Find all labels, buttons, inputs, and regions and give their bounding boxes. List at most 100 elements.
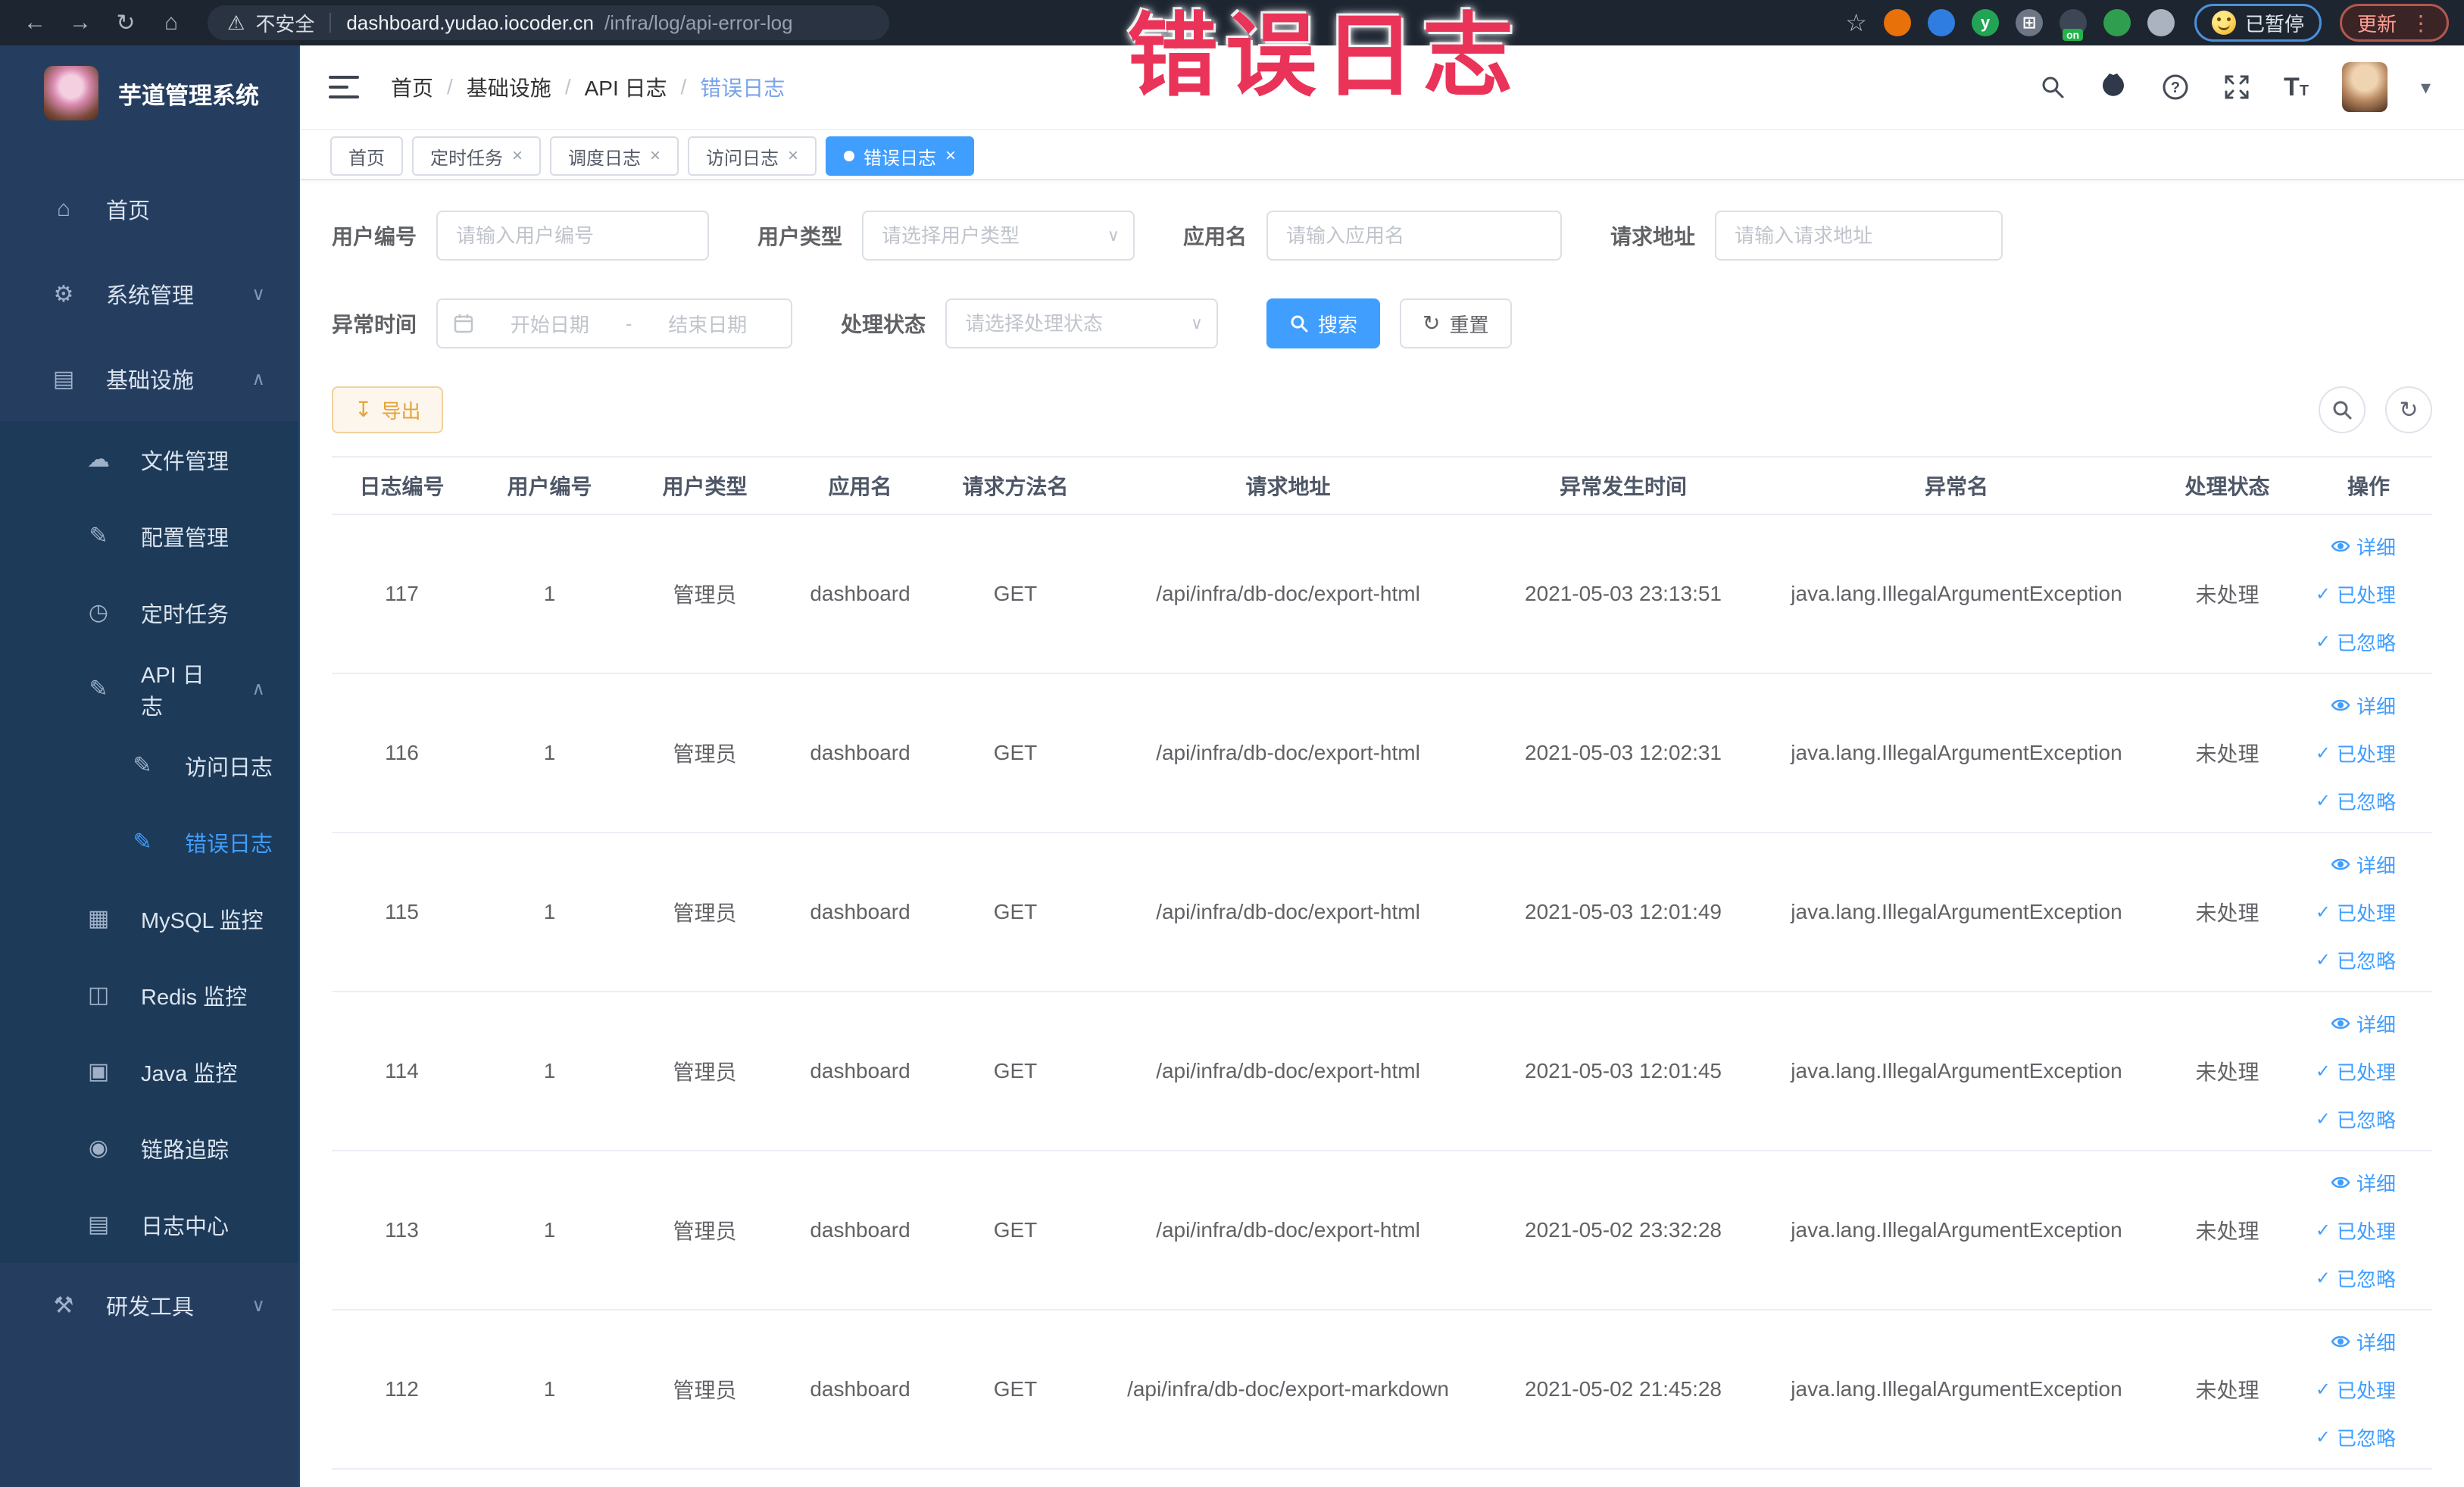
sidebar-item-redis-monitor[interactable]: ◫ Redis 监控 (0, 957, 298, 1033)
sidebar-item-trace[interactable]: ◉ 链路追踪 (0, 1110, 298, 1186)
detail-link[interactable]: 详细 (2331, 533, 2396, 561)
mark-processed-link[interactable]: ✓ 已处理 (2316, 580, 2396, 608)
extension-on-badge-icon[interactable]: on (2059, 9, 2087, 41)
close-tab-icon[interactable]: × (512, 145, 523, 167)
mark-processed-link[interactable]: ✓ 已处理 (2316, 1217, 2396, 1245)
cell-status: 未处理 (2195, 742, 2259, 766)
close-tab-icon[interactable]: × (650, 145, 661, 167)
home-icon[interactable]: ⌂ (151, 6, 191, 39)
github-icon[interactable] (2099, 73, 2128, 102)
column-header-actions: 操作 (2347, 475, 2390, 498)
tab-error-log[interactable]: 错误日志 × (826, 136, 975, 176)
close-tab-icon[interactable]: × (788, 145, 798, 167)
sidebar-item-mysql-monitor[interactable]: ▦ MySQL 监控 (0, 880, 298, 957)
extension-orange-icon[interactable] (1883, 9, 1911, 36)
kebab-menu-icon[interactable]: ⋮ (2410, 11, 2431, 36)
sidebar-item-config-management[interactable]: ✎ 配置管理 (0, 498, 298, 574)
check-icon: ✓ (2315, 949, 2331, 970)
help-icon[interactable]: ? (2161, 73, 2190, 102)
mark-processed-link[interactable]: ✓ 已处理 (2316, 1057, 2396, 1086)
sidebar-item-log-center[interactable]: ▤ 日志中心 (0, 1186, 298, 1263)
sidebar-item-home[interactable]: ⌂ 首页 (0, 167, 298, 251)
mark-processed-link[interactable]: ✓ 已处理 (2316, 739, 2396, 767)
cell-user_id: 1 (543, 582, 556, 605)
cell-exception_name: java.lang.IllegalArgumentException (1791, 582, 2122, 605)
user-avatar[interactable] (2341, 62, 2387, 112)
reset-button[interactable]: ↻ 重置 (1400, 298, 1512, 348)
back-icon[interactable]: ← (15, 6, 55, 39)
detail-link[interactable]: 详细 (2331, 1010, 2396, 1038)
search-button[interactable]: 搜索 (1266, 298, 1381, 348)
request-url-input[interactable] (1715, 211, 2003, 261)
breadcrumb-item[interactable]: API 日志 (585, 72, 667, 102)
app-logo[interactable]: 芋道管理系统 (0, 45, 298, 141)
log-edit-icon: ✎ (133, 753, 152, 778)
chevron-down-icon[interactable]: ▾ (2421, 76, 2431, 99)
detail-link[interactable]: 详细 (2331, 851, 2396, 879)
tab-access-log[interactable]: 访问日志 × (688, 136, 817, 176)
cell-request_url: /api/infra/db-doc/export-html (1156, 900, 1420, 923)
tab-schedule-log[interactable]: 调度日志 × (550, 136, 679, 176)
cell-status: 未处理 (2195, 1061, 2259, 1084)
user-type-label: 用户类型 (757, 225, 843, 248)
table-row: 114 1 管理员 dashboard GET/api/infra/db-doc/exp… (332, 992, 2432, 1151)
date-range-picker[interactable]: 开始日期 - 结束日期 (436, 298, 793, 348)
mark-ignored-link[interactable]: ✓ 已忽略 (2316, 628, 2396, 656)
sidebar-item-api-log[interactable]: ✎ API 日志 ∧ (0, 651, 298, 727)
sidebar-item-access-log[interactable]: ✎ 访问日志 (0, 727, 298, 804)
detail-link[interactable]: 详细 (2331, 1328, 2396, 1356)
extension-puzzle-icon[interactable] (2147, 9, 2175, 36)
start-date-placeholder: 开始日期 (510, 313, 589, 336)
toggle-search-button[interactable] (2319, 386, 2366, 433)
cell-user_type: 管理员 (673, 742, 737, 766)
search-icon[interactable] (2040, 74, 2066, 100)
mark-ignored-link[interactable]: ✓ 已忽略 (2316, 1264, 2396, 1292)
sidebar-item-infrastructure[interactable]: ▤ 基础设施 ∧ (0, 336, 298, 421)
devtools-icon: ⚒ (53, 1292, 74, 1318)
sidebar-item-error-log[interactable]: ✎ 错误日志 (0, 804, 298, 880)
address-bar[interactable]: ⚠ 不安全 dashboard.yudao.iocoder.cn/infra/l… (208, 5, 889, 40)
user-type-select[interactable] (862, 211, 1135, 261)
sidebar-item-dev-tools[interactable]: ⚒ 研发工具 ∨ (0, 1263, 298, 1348)
sidebar-item-file-management[interactable]: ☁ 文件管理 (0, 421, 298, 498)
trace-eye-icon: ◉ (88, 1136, 109, 1161)
check-icon: ✓ (2315, 1379, 2331, 1400)
sidebar-item-scheduled-tasks[interactable]: ◷ 定时任务 (0, 574, 298, 651)
close-tab-icon[interactable]: × (945, 145, 956, 167)
font-size-icon[interactable]: TT (2284, 74, 2309, 100)
mark-ignored-link[interactable]: ✓ 已忽略 (2316, 787, 2396, 815)
detail-link[interactable]: 详细 (2331, 1169, 2396, 1197)
menu-fold-icon[interactable] (329, 76, 359, 98)
forward-icon[interactable]: → (61, 6, 100, 39)
tab-home[interactable]: 首页 (330, 136, 403, 176)
paused-extension-badge[interactable]: 已暂停 (2194, 4, 2322, 42)
cell-actions: 详细 ✓ 已处理 ✓ 已忽略 (2305, 533, 2432, 656)
bookmark-star-icon[interactable]: ☆ (1845, 8, 1867, 37)
app-name-input[interactable] (1266, 211, 1563, 261)
mark-processed-link[interactable]: ✓ 已处理 (2316, 898, 2396, 926)
sidebar-item-java-monitor[interactable]: ▣ Java 监控 (0, 1033, 298, 1110)
breadcrumb-item[interactable]: 首页 (391, 72, 433, 102)
tab-scheduled-tasks[interactable]: 定时任务 × (412, 136, 542, 176)
export-button[interactable]: ↧ 导出 (332, 386, 444, 433)
detail-link[interactable]: 详细 (2331, 692, 2396, 720)
mark-processed-link[interactable]: ✓ 已处理 (2316, 1376, 2396, 1404)
reload-icon[interactable]: ↻ (106, 6, 145, 39)
mark-ignored-link[interactable]: ✓ 已忽略 (2316, 946, 2396, 974)
extension-shield-icon[interactable] (1927, 9, 1955, 36)
refresh-table-button[interactable]: ↻ (2385, 386, 2432, 433)
sidebar-item-system-management[interactable]: ⚙ 系统管理 ∨ (0, 251, 298, 336)
process-status-select[interactable] (945, 298, 1219, 348)
fullscreen-icon[interactable] (2223, 73, 2250, 101)
extension-grid-icon[interactable]: ⊞ (2015, 9, 2043, 36)
cell-status: 未处理 (2195, 1379, 2259, 1402)
breadcrumb-item[interactable]: 基础设施 (467, 72, 551, 102)
mark-ignored-link[interactable]: ✓ 已忽略 (2316, 1423, 2396, 1451)
user-id-input[interactable] (436, 211, 710, 261)
extension-plant-icon[interactable] (2103, 9, 2131, 36)
mark-ignored-link[interactable]: ✓ 已忽略 (2316, 1105, 2396, 1133)
calendar-icon (454, 314, 473, 333)
cell-error_time: 2021-05-03 12:01:49 (1525, 900, 1722, 923)
browser-update-button[interactable]: 更新 ⋮ (2339, 4, 2449, 42)
extension-green-y-icon[interactable]: y (1971, 9, 1999, 36)
